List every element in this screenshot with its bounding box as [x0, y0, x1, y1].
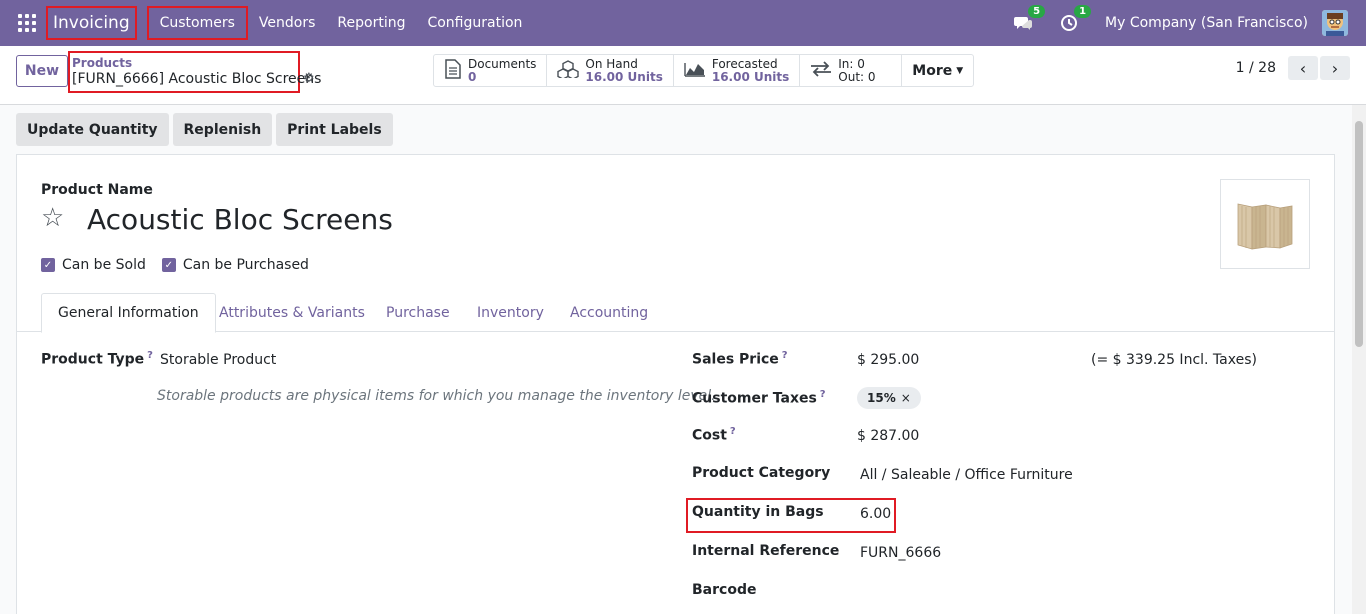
documents-count: 0: [468, 69, 477, 84]
systray: 5 1 My Company (San Francisco): [1013, 5, 1348, 36]
control-panel: New Products [FURN_6666] Acoustic Bloc S…: [0, 46, 1366, 105]
scrollbar-thumb[interactable]: [1355, 121, 1363, 347]
menu-configuration[interactable]: Configuration: [416, 6, 533, 40]
in-count: In: 0: [838, 56, 865, 71]
pager-next-button[interactable]: ›: [1320, 56, 1350, 80]
tab-general-information[interactable]: General Information: [41, 293, 216, 333]
vertical-scrollbar[interactable]: [1352, 105, 1366, 614]
on-hand-button[interactable]: On Hand 16.00 Units: [547, 55, 674, 86]
gear-icon[interactable]: ⚙: [303, 71, 315, 86]
tab-attributes-variants[interactable]: Attributes & Variants: [203, 293, 381, 332]
pager-value[interactable]: 1 / 28: [1236, 60, 1276, 76]
breadcrumb: Products [FURN_6666] Acoustic Bloc Scree…: [68, 51, 322, 93]
star-icon[interactable]: ☆: [41, 203, 64, 233]
can-be-purchased-label: Can be Purchased: [182, 257, 309, 273]
new-button[interactable]: New: [16, 55, 68, 87]
on-hand-value: 16.00 Units: [585, 69, 663, 84]
remove-tag-icon[interactable]: ×: [901, 391, 911, 405]
product-type-help: Storable products are physical items for…: [157, 388, 716, 404]
user-avatar[interactable]: [1322, 10, 1348, 36]
pager: 1 / 28 ‹ ›: [1236, 56, 1350, 80]
help-tooltip-icon[interactable]: ?: [782, 350, 788, 361]
forecasted-label: Forecasted: [711, 56, 778, 71]
more-dropdown-button[interactable]: More ▼: [902, 55, 973, 86]
chevron-right-icon: ›: [1331, 58, 1339, 78]
product-category-label: Product Category: [692, 465, 831, 481]
tab-accounting[interactable]: Accounting: [554, 293, 664, 332]
breadcrumb-current-record: [FURN_6666] Acoustic Bloc Screens: [72, 71, 322, 87]
product-name-field[interactable]: Acoustic Bloc Screens: [87, 203, 393, 236]
area-chart-icon: [684, 61, 706, 81]
replenish-button[interactable]: Replenish: [172, 113, 273, 146]
top-navbar: Invoicing Customers Vendors Reporting Co…: [0, 0, 1366, 46]
apps-menu-icon[interactable]: [18, 14, 36, 32]
can-be-sold-label: Can be Sold: [62, 257, 146, 273]
sales-price-field[interactable]: $ 295.00: [857, 352, 919, 368]
messages-badge: 5: [1028, 5, 1046, 18]
documents-label: Documents: [468, 56, 537, 71]
more-label: More: [912, 62, 953, 79]
documents-button[interactable]: Documents 0: [434, 55, 548, 86]
on-hand-label: On Hand: [585, 56, 638, 71]
tab-purchase[interactable]: Purchase: [370, 293, 466, 332]
forecasted-button[interactable]: Forecasted 16.00 Units: [674, 55, 801, 86]
update-quantity-button[interactable]: Update Quantity: [16, 113, 169, 146]
help-tooltip-icon[interactable]: ?: [147, 350, 153, 361]
checkmark-icon: ✓: [161, 258, 176, 272]
menu-reporting[interactable]: Reporting: [326, 6, 416, 40]
product-flags: ✓ Can be Sold ✓ Can be Purchased: [41, 257, 325, 273]
product-type-field[interactable]: Storable Product: [160, 352, 276, 368]
activities-badge: 1: [1074, 5, 1092, 18]
quantity-in-bags-label: Quantity in Bags: [692, 504, 824, 520]
chevron-left-icon: ‹: [1299, 58, 1307, 78]
messages-icon[interactable]: 5: [1013, 5, 1046, 33]
cost-field[interactable]: $ 287.00: [857, 428, 919, 444]
caret-down-icon: ▼: [956, 65, 964, 76]
sales-price-label: Sales Price?: [692, 350, 788, 368]
company-switcher[interactable]: My Company (San Francisco): [1105, 15, 1308, 31]
customer-taxes-label: Customer Taxes?: [692, 389, 826, 407]
help-tooltip-icon[interactable]: ?: [730, 426, 736, 437]
pager-previous-button[interactable]: ‹: [1288, 56, 1318, 80]
activities-icon[interactable]: 1: [1059, 5, 1092, 33]
breadcrumb-products-link[interactable]: Products: [72, 56, 296, 70]
product-category-field[interactable]: All / Saleable / Office Furniture: [860, 467, 1073, 483]
product-image[interactable]: [1220, 179, 1310, 269]
main-menu: Customers Vendors Reporting Configuratio…: [146, 6, 534, 40]
sales-price-incl-taxes: (= $ 339.25 Incl. Taxes): [1091, 352, 1257, 368]
tab-inventory[interactable]: Inventory: [461, 293, 560, 332]
barcode-label: Barcode: [692, 582, 757, 598]
notebook-tabs: General Information Attributes & Variant…: [17, 293, 1334, 333]
smart-buttons: Documents 0 On Hand 16.00 Units Forecast…: [433, 54, 975, 87]
quantity-in-bags-field[interactable]: 6.00: [860, 506, 891, 522]
can-be-sold-checkbox[interactable]: ✓ Can be Sold: [41, 257, 146, 273]
form-action-buttons: Update Quantity Replenish Print Labels: [16, 113, 397, 146]
customer-tax-tag[interactable]: 15% ×: [857, 387, 921, 409]
exchange-icon: [810, 60, 832, 81]
print-labels-button[interactable]: Print Labels: [276, 113, 393, 146]
product-type-label: Product Type?: [41, 350, 153, 368]
app-name[interactable]: Invoicing: [46, 6, 137, 40]
in-out-button[interactable]: In: 0 Out: 0: [800, 55, 903, 86]
internal-reference-label: Internal Reference: [692, 543, 840, 559]
menu-customers[interactable]: Customers: [146, 6, 248, 40]
form-sheet: Product Name ☆ Acoustic Bloc Screens ✓ C…: [16, 154, 1335, 614]
help-tooltip-icon[interactable]: ?: [820, 389, 826, 400]
internal-reference-field[interactable]: FURN_6666: [860, 545, 941, 561]
forecasted-value: 16.00 Units: [711, 69, 790, 84]
out-count: Out: 0: [838, 69, 876, 84]
document-icon: [444, 58, 462, 83]
checkmark-icon: ✓: [41, 258, 55, 272]
product-name-label: Product Name: [41, 182, 153, 198]
menu-vendors[interactable]: Vendors: [248, 6, 326, 40]
can-be-purchased-checkbox[interactable]: ✓ Can be Purchased: [161, 257, 309, 273]
cost-label: Cost?: [692, 426, 736, 444]
cubes-icon: [557, 59, 580, 82]
